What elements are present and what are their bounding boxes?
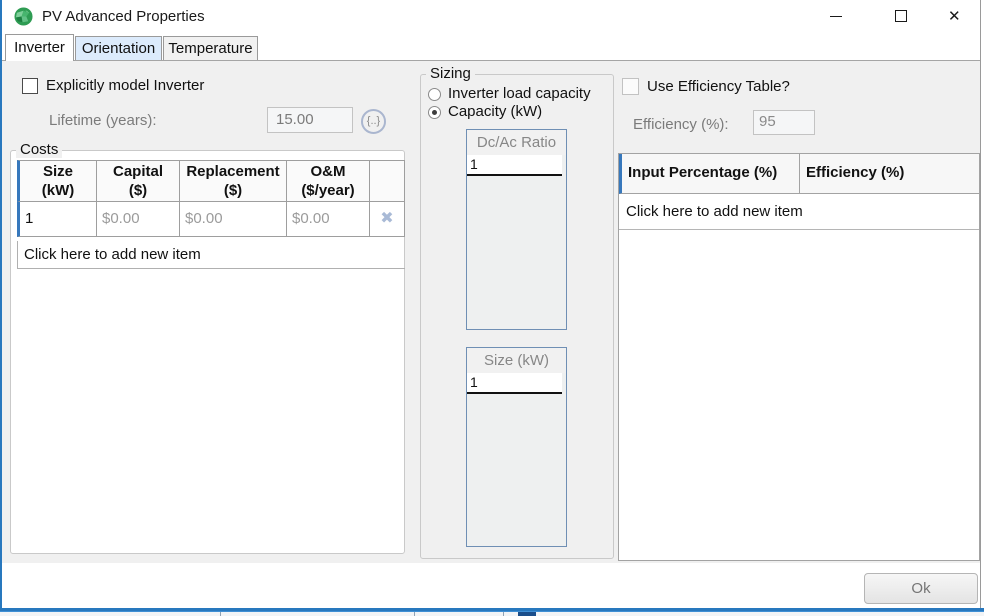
efficiency-table: Input Percentage (%) Efficiency (%) Clic… <box>618 153 980 561</box>
strip-divider <box>220 612 221 616</box>
lifetime-input: 15.00 <box>267 107 353 133</box>
dialog-footer: Ok <box>2 563 980 608</box>
costs-cell-capital[interactable]: $0.00 <box>97 202 180 236</box>
costs-group: Costs Size(kW) Capital($) Replacement($)… <box>10 150 405 554</box>
costs-header-size: Size(kW) <box>20 161 97 201</box>
explicitly-model-inverter-label: Explicitly model Inverter <box>46 77 204 94</box>
costs-add-new-item-row[interactable]: Click here to add new item <box>17 241 405 269</box>
close-icon: ✕ <box>948 7 961 25</box>
costs-table-row: 1 $0.00 $0.00 $0.00 ✖ <box>17 202 405 237</box>
size-kw-header: Size (kW) <box>467 348 566 373</box>
capacity-kw-label: Capacity (kW) <box>448 103 542 120</box>
maximize-button[interactable] <box>885 0 917 32</box>
lifetime-label: Lifetime (years): <box>49 112 157 129</box>
sizing-group-label: Sizing <box>426 65 475 82</box>
costs-header-om: O&M($/year) <box>287 161 370 201</box>
costs-header-actions <box>370 161 404 201</box>
costs-cell-size[interactable]: 1 <box>20 202 97 236</box>
sizing-group: Sizing Inverter load capacity Capacity (… <box>420 74 614 559</box>
maximize-icon <box>895 10 907 22</box>
expression-builder-button: {..} <box>361 109 386 134</box>
pv-advanced-properties-window: PV Advanced Properties ✕ Inverter Orient… <box>0 0 984 616</box>
explicitly-model-inverter-checkbox[interactable] <box>22 78 38 94</box>
inverter-load-capacity-label: Inverter load capacity <box>448 85 591 102</box>
inverter-load-capacity-radio[interactable] <box>428 88 441 101</box>
capacity-kw-radio[interactable] <box>428 106 441 119</box>
background-windows-strip <box>0 611 984 616</box>
costs-cell-om[interactable]: $0.00 <box>287 202 370 236</box>
costs-group-label: Costs <box>16 141 62 158</box>
use-efficiency-table-checkbox[interactable] <box>622 78 639 95</box>
inverter-tab-page: Explicitly model Inverter Lifetime (year… <box>2 60 980 563</box>
tab-bar: Inverter Orientation Temperature <box>2 34 980 60</box>
use-efficiency-table-label: Use Efficiency Table? <box>647 78 790 95</box>
minimize-button[interactable] <box>820 0 852 32</box>
costs-header-replacement: Replacement($) <box>180 161 287 201</box>
size-kw-table: Size (kW) 1 <box>466 347 567 547</box>
strip-divider <box>503 612 504 616</box>
dcac-ratio-table: Dc/Ac Ratio 1 <box>466 129 567 330</box>
efficiency-header: Efficiency (%) <box>800 154 979 193</box>
costs-header-capital: Capital($) <box>97 161 180 201</box>
globe-green-icon <box>14 7 33 26</box>
input-percentage-header: Input Percentage (%) <box>622 154 800 193</box>
efficiency-table-header-row: Input Percentage (%) Efficiency (%) <box>619 154 979 194</box>
dcac-ratio-cell[interactable]: 1 <box>467 155 562 176</box>
tab-temperature[interactable]: Temperature <box>163 36 258 61</box>
minimize-icon <box>830 16 842 17</box>
efficiency-percent-label: Efficiency (%): <box>633 116 729 133</box>
strip-divider <box>414 612 415 616</box>
close-button[interactable]: ✕ <box>940 0 972 32</box>
window-border-right <box>980 0 981 608</box>
costs-table-header-row: Size(kW) Capital($) Replacement($) O&M($… <box>17 160 405 202</box>
title-bar: PV Advanced Properties ✕ <box>2 0 980 34</box>
tab-orientation[interactable]: Orientation <box>75 36 162 61</box>
window-title: PV Advanced Properties <box>42 8 205 25</box>
size-kw-cell[interactable]: 1 <box>467 373 562 394</box>
efficiency-input: 95 <box>753 110 815 135</box>
tab-inverter[interactable]: Inverter <box>5 34 74 61</box>
dcac-ratio-header: Dc/Ac Ratio <box>467 130 566 155</box>
strip-accent <box>518 612 536 616</box>
costs-cell-replacement[interactable]: $0.00 <box>180 202 287 236</box>
delete-row-icon[interactable]: ✖ <box>370 202 404 236</box>
ok-button[interactable]: Ok <box>864 573 978 604</box>
efficiency-add-new-item-row[interactable]: Click here to add new item <box>619 194 979 230</box>
